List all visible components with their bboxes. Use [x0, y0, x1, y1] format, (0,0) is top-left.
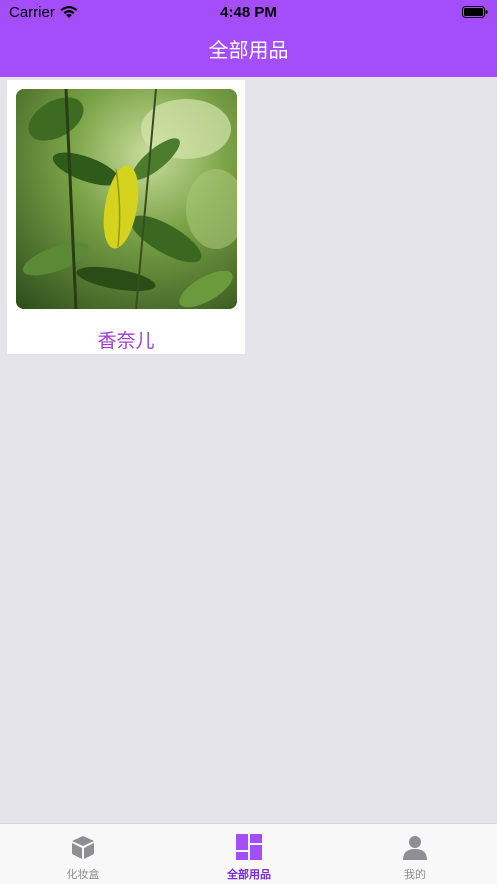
tab-label: 化妆盒 [66, 868, 100, 881]
tab-makeup-box[interactable]: 化妆盒 [0, 824, 166, 884]
box-icon [72, 836, 94, 859]
tab-label: 我的 [404, 868, 426, 881]
tab-all-items[interactable]: 全部用品 [166, 824, 332, 884]
tab-bar: 化妆盒 全部用品 我的 [0, 823, 497, 884]
clock: 4:48 PM [220, 4, 277, 21]
page-title: 全部用品 [208, 38, 289, 62]
tab-mine[interactable]: 我的 [332, 824, 497, 884]
person-icon [403, 836, 427, 860]
product-image [16, 89, 237, 309]
grid-icon [236, 834, 262, 860]
product-name: 香奈儿 [97, 330, 155, 352]
nav-header: Carrier 4:48 PM 全部用品 [0, 0, 497, 77]
tab-label: 全部用品 [227, 868, 271, 881]
status-bar: Carrier 4:48 PM [0, 0, 497, 26]
green-leaves-photo [16, 89, 237, 309]
product-card[interactable]: 香奈儿 [7, 80, 245, 354]
battery-icon [462, 6, 488, 18]
